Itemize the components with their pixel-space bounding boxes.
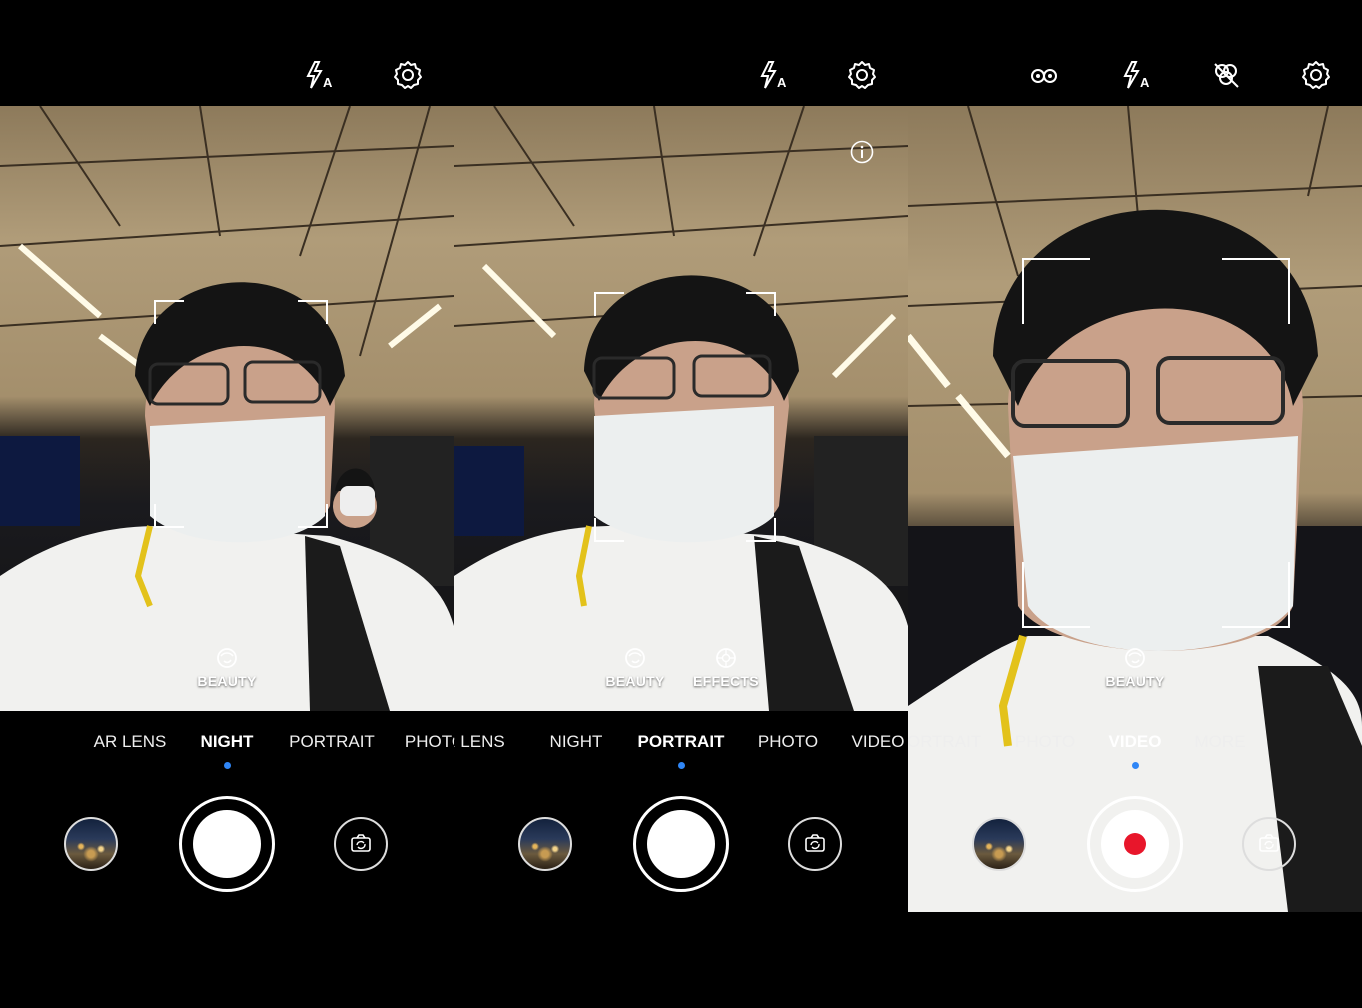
beauty-button[interactable]: BEAUTY (187, 646, 267, 689)
gallery-thumbnail[interactable] (64, 817, 118, 871)
mode-selector[interactable]: AR LENS NIGHT PORTRAIT PHOTO (0, 732, 454, 758)
camera-viewfinder[interactable] (0, 106, 454, 711)
record-button[interactable] (1087, 796, 1183, 892)
mode-photo[interactable]: PHOTO (405, 732, 454, 752)
switch-camera-icon (805, 834, 825, 852)
mode-video[interactable]: VIDEO (852, 732, 905, 752)
mode-selector[interactable]: ORTRAIT PHOTO VIDEO MORE (908, 732, 1362, 758)
top-toolbar: A (454, 0, 908, 106)
camera-viewfinder[interactable] (454, 106, 908, 711)
svg-text:A: A (1140, 75, 1150, 90)
gallery-thumbnail[interactable] (518, 817, 572, 871)
mode-portrait[interactable]: ORTRAIT (908, 732, 981, 752)
effects-button[interactable]: EFFECTS (686, 646, 766, 689)
camera-viewfinder[interactable] (908, 106, 1362, 912)
subject-person (454, 275, 908, 711)
gallery-thumbnail[interactable] (972, 817, 1026, 871)
switch-camera-icon (351, 834, 371, 852)
glasses-icon[interactable] (1027, 58, 1061, 92)
svg-text:A: A (777, 75, 787, 90)
flash-auto-icon[interactable]: A (755, 58, 789, 92)
active-mode-indicator (224, 762, 231, 769)
mode-portrait[interactable]: PORTRAIT (638, 732, 725, 752)
mode-selector[interactable]: R LENS NIGHT PORTRAIT PHOTO VIDEO (454, 732, 908, 758)
camera-panel-video: A BEAUTY ORTRAIT PHOTO VIDEO MORE (908, 0, 1362, 1008)
flash-auto-icon[interactable]: A (301, 58, 335, 92)
beauty-button[interactable]: BEAUTY (1095, 646, 1175, 689)
settings-gear-icon[interactable] (391, 58, 425, 92)
svg-text:A: A (323, 75, 333, 90)
flash-auto-icon[interactable]: A (1118, 58, 1152, 92)
settings-gear-icon[interactable] (845, 58, 879, 92)
mode-ar-lens[interactable]: AR LENS (94, 732, 167, 752)
mode-photo[interactable]: PHOTO (1015, 732, 1075, 752)
mode-more[interactable]: MORE (1195, 732, 1246, 752)
subject-person (908, 209, 1362, 912)
beauty-button[interactable]: BEAUTY (595, 646, 675, 689)
beauty-label: BEAUTY (605, 673, 665, 689)
effects-aperture-icon (714, 646, 738, 670)
mode-video[interactable]: VIDEO (1109, 732, 1162, 752)
beauty-face-icon (1123, 646, 1147, 670)
filter-off-icon[interactable] (1209, 58, 1243, 92)
info-icon[interactable] (850, 140, 874, 164)
active-mode-indicator (1132, 762, 1139, 769)
mode-portrait[interactable]: PORTRAIT (289, 732, 375, 752)
top-toolbar: A (908, 0, 1362, 106)
shutter-button[interactable] (179, 796, 275, 892)
mode-photo[interactable]: PHOTO (758, 732, 818, 752)
shutter-button[interactable] (633, 796, 729, 892)
subject-person (0, 282, 454, 711)
active-mode-indicator (678, 762, 685, 769)
switch-camera-button[interactable] (788, 817, 842, 871)
switch-camera-button[interactable] (1242, 817, 1296, 871)
settings-gear-icon[interactable] (1299, 58, 1333, 92)
effects-label: EFFECTS (693, 673, 759, 689)
record-dot-icon (1124, 833, 1146, 855)
switch-camera-button[interactable] (334, 817, 388, 871)
switch-camera-icon (1259, 834, 1279, 852)
beauty-label: BEAUTY (1105, 673, 1165, 689)
mode-night[interactable]: NIGHT (201, 732, 254, 752)
beauty-face-icon (623, 646, 647, 670)
beauty-face-icon (215, 646, 239, 670)
beauty-label: BEAUTY (197, 673, 257, 689)
mode-night[interactable]: NIGHT (550, 732, 603, 752)
top-toolbar: A (0, 0, 454, 106)
mode-ar-lens[interactable]: R LENS (454, 732, 505, 752)
camera-panel-night: A BEAUTY AR LENS NIGHT PORTRAIT PHOT (0, 0, 454, 1008)
camera-panel-portrait: A BEAUTY EFFECTS LENS NIGHT PORTRAIT PHO… (454, 0, 908, 1008)
